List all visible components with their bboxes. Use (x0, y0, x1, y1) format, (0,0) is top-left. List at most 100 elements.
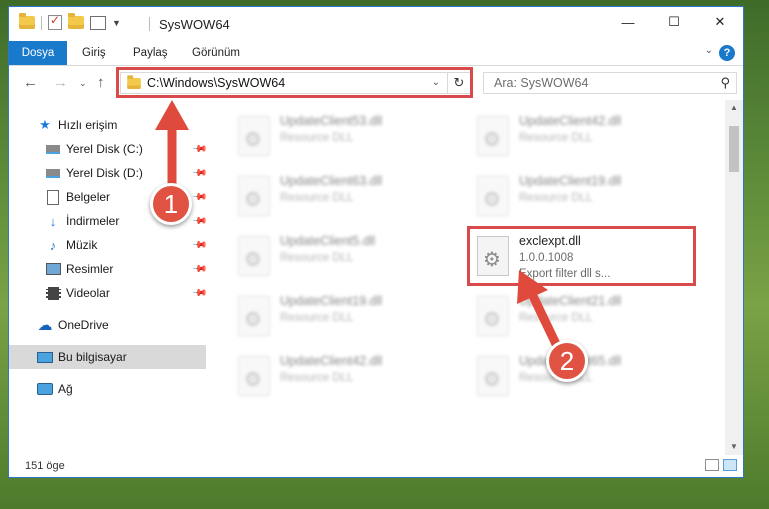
document-icon (45, 189, 61, 205)
file-item[interactable]: ⚙ UpdateClient19.dll Resource DLL (232, 292, 442, 348)
file-description: Resource DLL (280, 312, 354, 324)
music-icon: ♪ (49, 237, 57, 253)
tab-view[interactable]: Görünüm (192, 41, 240, 65)
scroll-up-arrow-icon[interactable]: ▲ (725, 100, 743, 116)
sidebar-item-quick-access[interactable]: ★ Hızlı erişim (9, 113, 206, 137)
dll-file-icon: ⚙ (238, 356, 270, 396)
file-item[interactable]: ⚙ UpdateClient19.dll Resource DLL (471, 172, 681, 228)
sidebar-item-label: Belgeler (66, 190, 111, 204)
close-button[interactable]: ✕ (697, 7, 743, 37)
new-folder-icon[interactable] (68, 13, 84, 29)
sidebar-item-videos[interactable]: Videolar 📌 (9, 281, 208, 305)
back-arrow-icon[interactable]: ← (23, 74, 38, 91)
scroll-down-arrow-icon[interactable]: ▼ (725, 439, 743, 455)
title-separator (149, 17, 150, 31)
dll-file-icon: ⚙ (238, 236, 270, 276)
sidebar-item-label: İndirmeler (66, 214, 120, 228)
file-item[interactable]: ⚙ UpdateClient5.dll Resource DLL (232, 232, 442, 288)
file-name: UpdateClient5.dll (280, 234, 376, 248)
sidebar-item-pictures[interactable]: Resimler 📌 (9, 257, 208, 281)
file-item[interactable]: ⚙ UpdateClient53.dll Resource DLL (232, 112, 442, 168)
window-controls: — ☐ ✕ (605, 7, 743, 37)
item-count: 151 öge (25, 460, 65, 472)
dll-file-icon: ⚙ (238, 116, 270, 156)
help-icon[interactable]: ? (719, 45, 735, 61)
sidebar-item-music[interactable]: ♪ Müzik 📌 (9, 233, 208, 257)
dll-file-icon: ⚙ (238, 176, 270, 216)
download-icon: ↓ (49, 213, 57, 229)
sidebar-item-label: Hızlı erişim (58, 118, 118, 132)
cloud-icon: ☁ (37, 317, 53, 334)
file-item[interactable]: ⚙ UpdateClient21.dll Resource DLL (471, 292, 681, 348)
sidebar-item-network[interactable]: Ağ (9, 377, 206, 401)
sidebar-item-onedrive[interactable]: ☁ OneDrive (9, 313, 206, 337)
dll-file-icon: ⚙ (477, 296, 509, 336)
folder-icon (19, 13, 35, 29)
star-icon: ★ (39, 117, 51, 132)
tab-share[interactable]: Paylaş (133, 41, 168, 65)
title-bar: ▼ SysWOW64 — ☐ ✕ (9, 7, 743, 41)
minimize-button[interactable]: — (605, 7, 651, 37)
toolbar-separator (41, 15, 42, 30)
file-description: Resource DLL (519, 312, 593, 324)
ribbon-tabs: Dosya Giriş Paylaş Görünüm ⌄ ? (9, 41, 743, 66)
sidebar-item-label: Ağ (58, 382, 73, 396)
file-name: UpdateClient42.dll (280, 354, 383, 368)
dll-file-icon: ⚙ (477, 116, 509, 156)
details-view-icon[interactable] (705, 459, 719, 471)
computer-icon (37, 350, 53, 364)
file-description: Resource DLL (280, 372, 354, 384)
view-options-icon[interactable] (90, 15, 106, 30)
tab-home[interactable]: Giriş (82, 41, 106, 65)
sidebar-item-label: Videolar (66, 286, 110, 300)
expand-ribbon-chevron-icon[interactable]: ⌄ (705, 45, 713, 56)
window-title: SysWOW64 (159, 17, 230, 32)
network-icon (37, 382, 53, 396)
forward-arrow-icon[interactable]: → (53, 74, 68, 91)
dll-file-icon: ⚙ (477, 176, 509, 216)
video-icon (45, 286, 61, 300)
sidebar-item-label: Yerel Disk (D:) (66, 166, 143, 180)
file-name: UpdateClient19.dll (280, 294, 383, 308)
dll-file-highlight (467, 226, 696, 286)
drive-icon (45, 166, 61, 180)
file-description: Resource DLL (519, 132, 593, 144)
file-item[interactable]: ⚙ UpdateClient42.dll Resource DLL (471, 112, 681, 168)
file-description: Resource DLL (280, 132, 354, 144)
pictures-icon (45, 262, 61, 276)
sidebar-item-label: OneDrive (58, 318, 109, 332)
sidebar-item-label: Müzik (66, 238, 98, 252)
sidebar-item-disk-d[interactable]: Yerel Disk (D:) 📌 (9, 161, 208, 185)
sidebar-item-disk-c[interactable]: Yerel Disk (C:) 📌 (9, 137, 208, 161)
recent-locations-chevron-icon[interactable]: ⌄ (79, 78, 87, 89)
sidebar-item-label: Yerel Disk (C:) (66, 142, 143, 156)
search-icon: ⚲ (720, 75, 730, 90)
drive-icon (45, 142, 61, 156)
file-description: Resource DLL (280, 192, 354, 204)
scroll-thumb[interactable] (729, 126, 739, 172)
sidebar-item-label: Resimler (66, 262, 114, 276)
dll-file-icon: ⚙ (238, 296, 270, 336)
properties-check-icon[interactable] (48, 13, 62, 30)
large-icons-view-icon[interactable] (723, 459, 737, 471)
file-name: UpdateClient63.dll (280, 174, 383, 188)
customize-toolbar-chevron-icon[interactable]: ▼ (112, 18, 121, 28)
address-bar-highlight (116, 67, 473, 98)
up-arrow-icon[interactable]: ↑ (97, 74, 105, 91)
maximize-button[interactable]: ☐ (651, 7, 697, 37)
file-item[interactable]: ⚙ UpdateClient42.dll Resource DLL (232, 352, 442, 408)
file-name: UpdateClient53.dll (280, 114, 383, 128)
status-bar: 151 öge (9, 455, 743, 477)
search-placeholder: Ara: SysWOW64 (494, 76, 589, 90)
navigation-pane: ★ Hızlı erişim Yerel Disk (C:) 📌 Yerel D… (9, 100, 208, 455)
dll-file-icon: ⚙ (477, 356, 509, 396)
quick-access-toolbar: ▼ (19, 13, 121, 30)
tab-file[interactable]: Dosya (9, 41, 67, 65)
file-name: UpdateClient21.dll (519, 294, 622, 308)
sidebar-item-label: Bu bilgisayar (58, 350, 127, 364)
file-description: Resource DLL (519, 192, 593, 204)
file-item[interactable]: ⚙ UpdateClient63.dll Resource DLL (232, 172, 442, 228)
vertical-scrollbar[interactable]: ▲ ▼ (725, 100, 743, 455)
search-input[interactable]: Ara: SysWOW64 ⚲ (483, 72, 737, 94)
sidebar-item-this-pc[interactable]: Bu bilgisayar (9, 345, 206, 369)
